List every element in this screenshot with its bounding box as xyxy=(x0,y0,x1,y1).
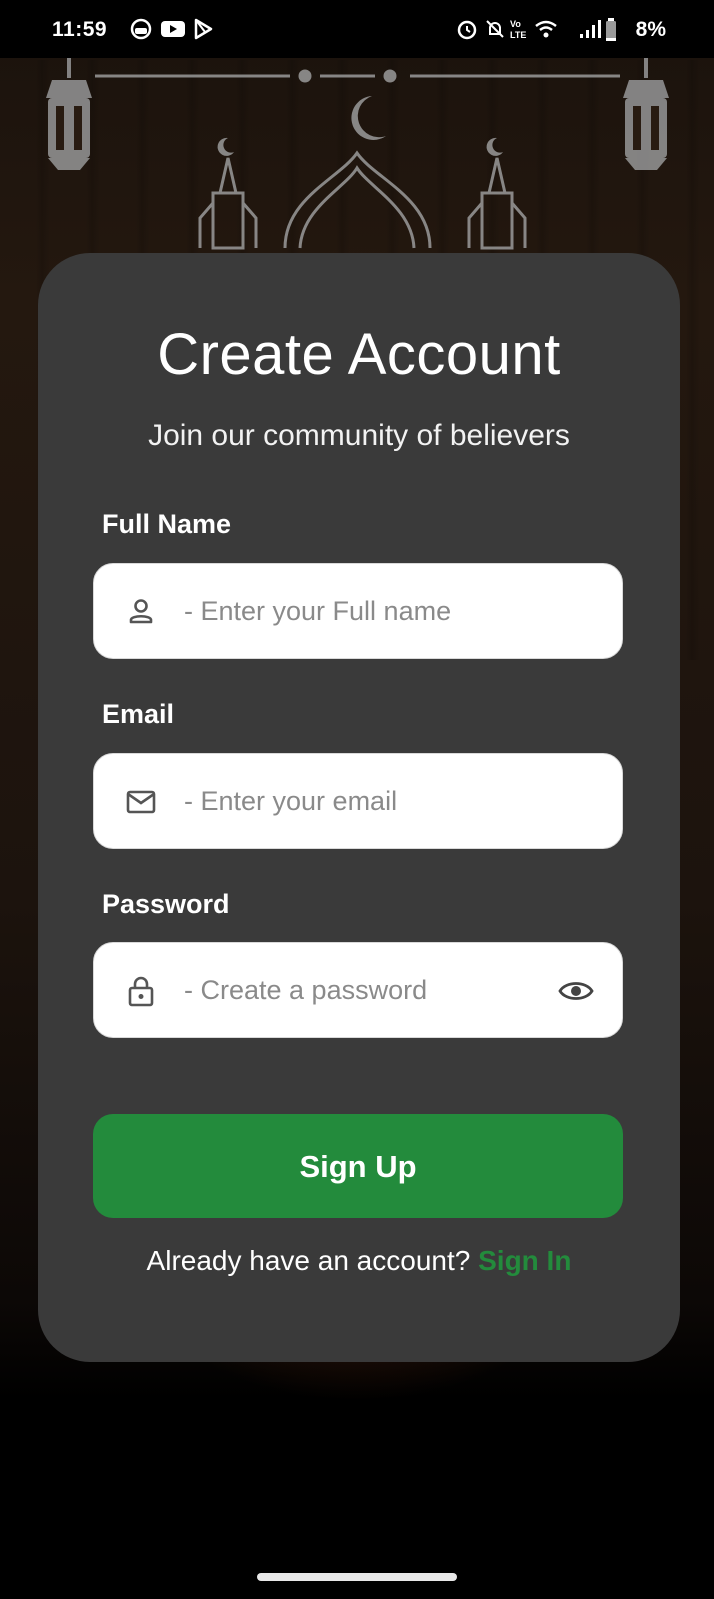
play-store-icon xyxy=(194,18,213,40)
page-title: Create Account xyxy=(157,322,561,387)
password-field[interactable] xyxy=(93,942,623,1038)
signal-icon xyxy=(580,20,601,38)
full-name-field[interactable] xyxy=(93,563,623,659)
email-field[interactable] xyxy=(93,753,623,849)
youtube-icon xyxy=(161,21,185,37)
mail-icon xyxy=(126,790,156,814)
lantern-left-icon xyxy=(46,58,92,170)
password-label: Password xyxy=(102,889,230,919)
sign-up-button[interactable]: Sign Up xyxy=(93,1114,623,1218)
home-indicator[interactable] xyxy=(257,1573,457,1581)
svg-text:Vo: Vo xyxy=(510,19,521,29)
sign-in-row: Already have an account? Sign In xyxy=(38,1245,680,1277)
battery-percent: 8% xyxy=(635,18,666,41)
page-subtitle: Join our community of believers xyxy=(148,419,570,452)
lantern-right-icon xyxy=(623,58,669,170)
alarm-icon xyxy=(457,20,477,40)
headset-status-icon xyxy=(130,18,152,40)
sign-in-prompt: Already have an account? xyxy=(146,1245,471,1276)
volte-icon: Vo LTE xyxy=(510,19,526,40)
mosque-decoration xyxy=(46,58,669,250)
signup-card: Create Account Join our community of bel… xyxy=(38,253,680,1362)
full-name-input[interactable] xyxy=(184,588,544,634)
status-bar: 11:59 Vo LTE 8% xyxy=(0,0,714,58)
email-label: Email xyxy=(102,699,175,729)
email-input[interactable] xyxy=(184,778,544,824)
status-time: 11:59 xyxy=(52,18,108,41)
eye-icon[interactable] xyxy=(558,975,594,1007)
wifi-icon xyxy=(535,20,557,38)
svg-text:LTE: LTE xyxy=(510,30,526,40)
battery-icon xyxy=(606,18,616,41)
notifications-off-icon xyxy=(486,20,504,38)
lock-icon xyxy=(128,976,154,1007)
sign-in-link[interactable]: Sign In xyxy=(478,1245,571,1276)
full-name-label: Full Name xyxy=(102,509,232,539)
person-icon xyxy=(129,599,153,624)
password-input[interactable] xyxy=(184,967,544,1013)
